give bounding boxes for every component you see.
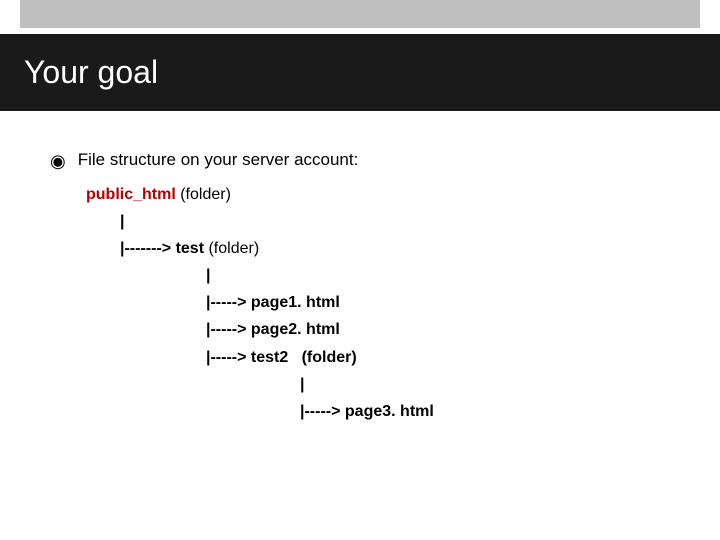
content-area: ◉ File structure on your server account:… [0,111,720,425]
tree-test-suffix: (folder) [204,240,259,257]
tree-pipe: | [120,208,670,235]
bullet-row: ◉ File structure on your server account: [50,147,670,173]
root-folder-name: public_html [86,186,176,203]
root-folder-suffix: (folder) [176,186,231,203]
tree-page2: |-----> page2. html [206,316,670,343]
file-tree: public_html (folder) | |-------> test (f… [86,181,670,426]
top-gray-bar [20,0,700,28]
tree-test2: |-----> test2 (folder) [206,344,670,371]
target-bullet-icon: ◉ [50,152,66,170]
tree-pipe-3: | [300,371,670,398]
tree-test-arrow: |-------> test [120,240,204,257]
tree-page1: |-----> page1. html [206,289,670,316]
bullet-text: File structure on your server account: [78,147,359,173]
slide-title: Your goal [24,54,696,91]
tree-page3: |-----> page3. html [300,398,670,425]
title-band: Your goal [0,34,720,111]
tree-test-row: |-------> test (folder) [120,235,670,262]
tree-pipe-2: | [206,262,670,289]
tree-root: public_html (folder) [86,181,670,208]
